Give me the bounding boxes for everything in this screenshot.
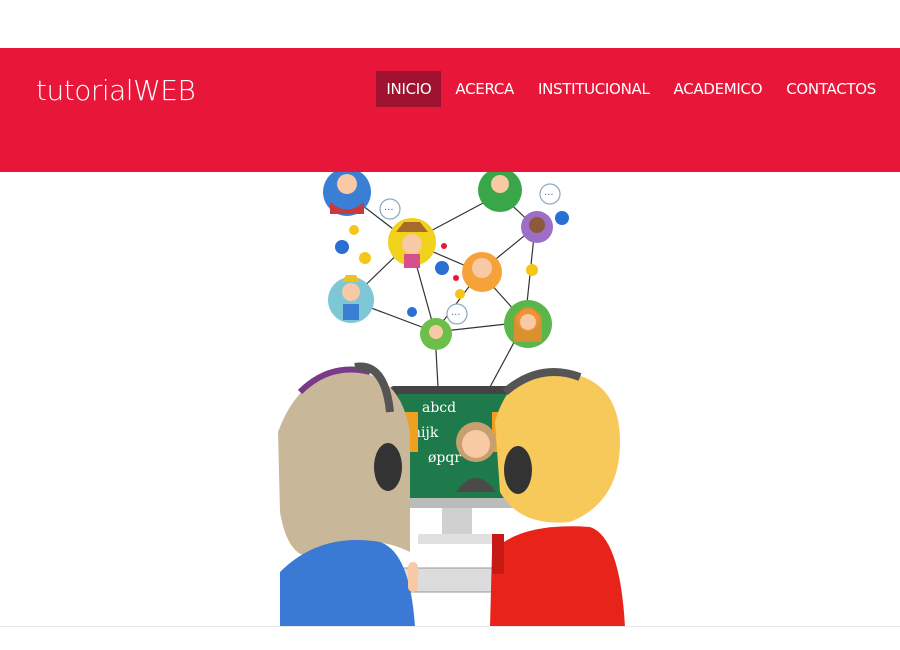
svg-text:···: ··· — [451, 310, 461, 321]
girl-character — [278, 362, 418, 627]
nav-item-academico[interactable]: ACADEMICO — [664, 71, 773, 107]
avatar-circles — [323, 172, 553, 350]
footer-divider — [0, 626, 900, 627]
svg-text:···: ··· — [544, 190, 554, 201]
hero-image: ··· ··· ··· abcd hijk øpqr — [0, 172, 900, 627]
nav-item-institucional[interactable]: INSTITUCIONAL — [528, 71, 660, 107]
board-text-top: abcd — [422, 400, 456, 416]
svg-text:···: ··· — [384, 205, 394, 216]
brand-logo[interactable]: tutorialWEB — [36, 74, 196, 107]
nav-item-inicio[interactable]: INICIO — [376, 71, 442, 107]
navbar — [0, 48, 900, 172]
nav-item-contactos[interactable]: CONTACTOS — [776, 71, 886, 107]
board-text-low: øpqr — [428, 450, 461, 466]
online-learning-illustration: ··· ··· ··· abcd hijk øpqr — [278, 172, 625, 627]
boy-character — [490, 368, 625, 627]
nav-item-acerca[interactable]: ACERCA — [445, 71, 524, 107]
main-nav: INICIO ACERCA INSTITUCIONAL ACADEMICO CO… — [372, 71, 886, 107]
